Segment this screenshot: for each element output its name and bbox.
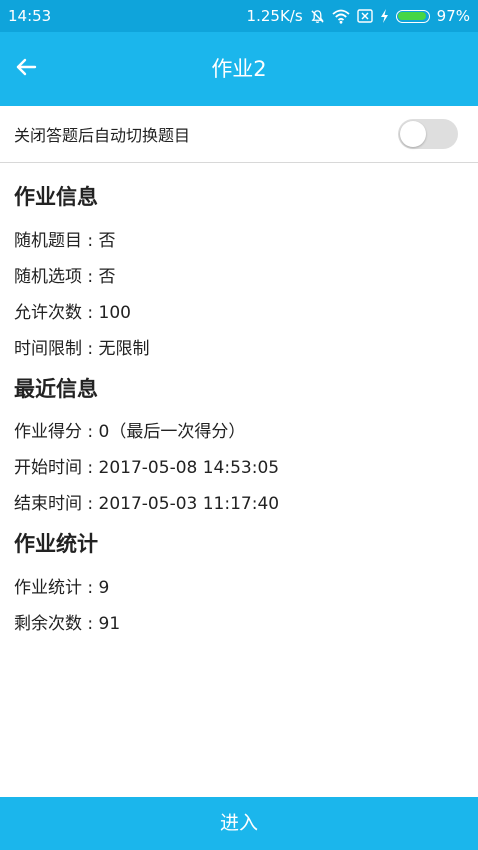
section-title-recent-info: 最近信息	[14, 377, 98, 401]
auto-switch-setting: 关闭答题后自动切换题目	[0, 106, 478, 163]
status-bar: 14:53 1.25K/s 97%	[0, 0, 478, 32]
random-questions-line: 随机题目 : 否	[14, 231, 116, 251]
sim-blocked-icon	[356, 9, 373, 23]
section-title-homework-info: 作业信息	[14, 185, 98, 209]
homework-details: 作业信息 随机题目 : 否 随机选项 : 否 允许次数 : 100 时间限制 :…	[14, 163, 464, 634]
end-time-line: 结束时间 : 2017-05-03 11:17:40	[14, 494, 280, 514]
battery-percent: 97%	[436, 7, 470, 25]
arrow-left-icon	[14, 55, 38, 83]
section-title-homework-stats: 作业统计	[14, 532, 98, 556]
back-button[interactable]	[8, 51, 44, 87]
allowed-attempts-line: 允许次数 : 100	[14, 303, 131, 323]
remaining-attempts-line: 剩余次数 : 91	[14, 614, 121, 634]
status-indicators: 1.25K/s 97%	[247, 7, 470, 25]
charging-icon	[380, 9, 389, 23]
auto-switch-toggle[interactable]	[398, 119, 458, 149]
random-options-line: 随机选项 : 否	[14, 267, 116, 287]
page-title: 作业2	[211, 57, 267, 81]
app-bar: 作业2	[0, 32, 478, 106]
time-limit-line: 时间限制 : 无限制	[14, 339, 150, 359]
battery-fill	[398, 12, 427, 20]
toggle-knob	[400, 121, 426, 147]
battery-icon	[395, 9, 430, 23]
stats-line: 作业统计 : 9	[14, 578, 110, 598]
start-time-line: 开始时间 : 2017-05-08 14:53:05	[14, 458, 280, 478]
auto-switch-label: 关闭答题后自动切换题目	[14, 126, 191, 145]
enter-button[interactable]: 进入	[0, 797, 478, 850]
wifi-icon	[332, 9, 350, 24]
status-time: 14:53	[8, 7, 52, 25]
notifications-muted-icon	[310, 9, 325, 24]
network-speed: 1.25K/s	[246, 7, 303, 25]
score-line: 作业得分 : 0（最后一次得分）	[14, 422, 246, 442]
